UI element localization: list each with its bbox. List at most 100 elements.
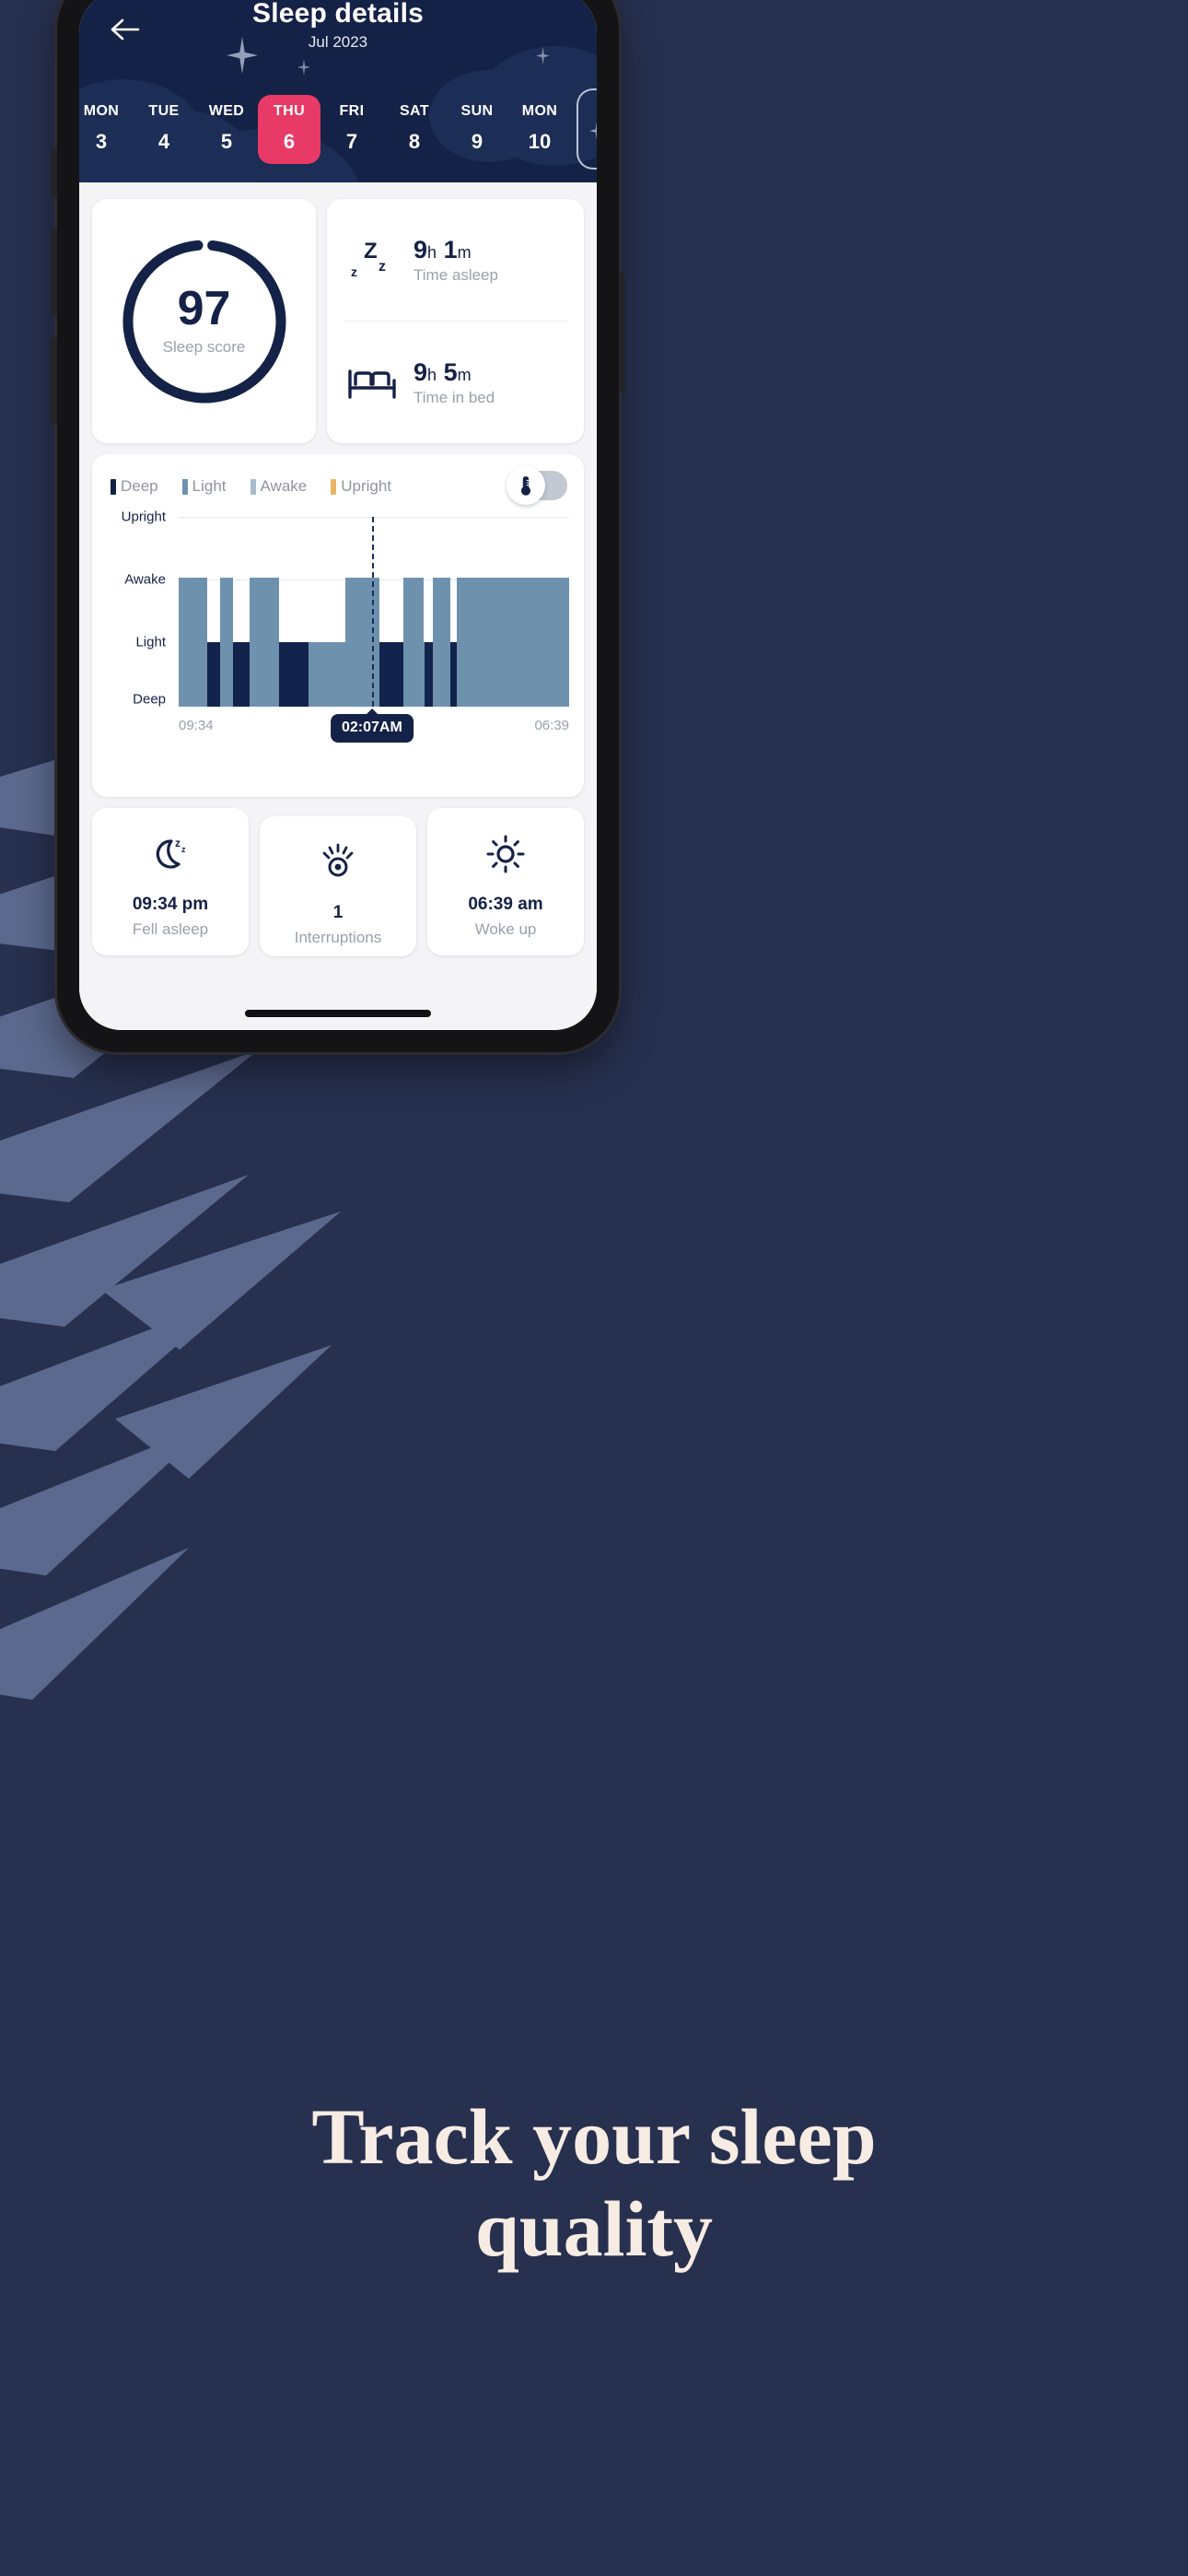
y-tick-upright: Upright <box>121 509 166 525</box>
date-cell-num: 8 <box>408 129 421 153</box>
time-asleep-value: 9h 1m <box>413 236 498 264</box>
date-cell-num: 5 <box>220 129 233 153</box>
date-cell-dow: SUN <box>460 102 494 119</box>
chart-plot-canvas[interactable] <box>179 509 569 707</box>
fell-asleep-value: 09:34 pm <box>132 895 209 914</box>
eye-icon <box>318 840 358 884</box>
legend-swatch-light <box>181 478 188 495</box>
date-cell-mon-3[interactable]: MON 3 <box>79 95 133 164</box>
page-title: Sleep details <box>251 0 424 29</box>
legend-label-light: Light <box>192 477 227 495</box>
promo-line-1: Track your sleep <box>311 2092 877 2181</box>
time-in-bed-row: 9h 5m Time in bed <box>344 321 567 443</box>
time-in-bed-value: 9h 5m <box>413 358 495 387</box>
date-cell-fri-7[interactable]: FRI 7 <box>320 95 383 164</box>
chart-cursor-line[interactable] <box>371 517 374 707</box>
date-cell-dow: MON <box>83 102 120 119</box>
legend-swatch-deep <box>111 478 116 495</box>
time-asleep-hours: 9 <box>413 235 428 263</box>
y-tick-deep: Deep <box>133 691 166 708</box>
date-cell-wed-5[interactable]: WED 5 <box>195 95 258 164</box>
bar-light[interactable] <box>179 578 207 642</box>
woke-up-value: 06:39 am <box>468 895 543 914</box>
zzz-icon: Z z z <box>344 238 401 282</box>
interruptions-caption: Interruptions <box>294 929 382 946</box>
bar-deep[interactable] <box>233 642 250 707</box>
time-asleep-text: 9h 1m Time asleep <box>413 236 498 285</box>
date-strip-next-edge[interactable] <box>577 88 597 170</box>
legend-label-deep: Deep <box>121 477 158 495</box>
bar-light[interactable] <box>403 578 425 642</box>
legend-item-deep[interactable]: Deep <box>111 477 158 496</box>
time-in-bed-caption: Time in bed <box>413 388 495 406</box>
sun-icon <box>486 835 525 873</box>
interruptions-card[interactable]: 1 Interruptions <box>260 816 416 956</box>
thermometer-icon <box>521 476 530 496</box>
phone-screen: Sleep details Jul 2023 MON 3 TUE 4 WED 5… <box>79 0 597 1030</box>
bar-deep[interactable] <box>425 642 434 707</box>
time-in-bed-minutes-unit: m <box>457 365 472 384</box>
star-icon <box>589 122 597 140</box>
sleep-totals-card: Z z z 9h 1m Time asleep 9h 5m Time in be… <box>327 199 584 443</box>
temperature-toggle-knob[interactable] <box>507 466 545 505</box>
svg-text:z: z <box>181 845 186 854</box>
date-strip[interactable]: MON 3 TUE 4 WED 5 THU 6 FRI 7 SAT 8 SUN … <box>79 83 597 175</box>
bar-light[interactable] <box>457 578 569 642</box>
date-cell-num: 3 <box>95 129 108 153</box>
phone-power-button[interactable] <box>619 273 625 392</box>
legend-swatch-awake <box>250 478 256 495</box>
time-in-bed-minutes: 5 <box>443 357 458 386</box>
bar-light[interactable] <box>345 578 380 642</box>
page-subtitle: Jul 2023 <box>308 33 368 51</box>
date-cell-num: 7 <box>345 129 358 153</box>
date-cell-tue-4[interactable]: TUE 4 <box>133 95 195 164</box>
phone-frame: Sleep details Jul 2023 MON 3 TUE 4 WED 5… <box>50 0 625 1052</box>
sleep-stage-plot[interactable]: Upright Awake Light Deep 09:34 06:39 02:… <box>107 509 569 749</box>
time-asleep-row: Z z z 9h 1m Time asleep <box>344 199 567 321</box>
phone-side-button[interactable] <box>50 337 57 424</box>
date-cell-sun-9[interactable]: SUN 9 <box>446 95 508 164</box>
date-cell-thu-6-selected[interactable]: THU 6 <box>258 94 320 164</box>
bar-deep[interactable] <box>206 642 221 707</box>
bar-light[interactable] <box>250 578 279 642</box>
fell-asleep-caption: Fell asleep <box>132 920 209 938</box>
date-cell-sat-8[interactable]: SAT 8 <box>383 95 446 164</box>
chart-time-tooltip[interactable]: 02:07AM <box>330 714 413 743</box>
bar-deep[interactable] <box>449 642 458 707</box>
bar-deep[interactable] <box>278 642 309 707</box>
legend-label-upright: Upright <box>341 477 392 495</box>
sun-icon <box>485 832 526 876</box>
date-cell-num: 4 <box>157 129 170 153</box>
woke-up-card[interactable]: 06:39 am Woke up <box>427 808 584 955</box>
svg-text:z: z <box>379 259 386 275</box>
eye-icon <box>322 843 354 877</box>
sleep-events-row: z z 09:34 pm Fell asleep 1 Interruptions… <box>92 808 584 956</box>
bar-light[interactable] <box>433 578 451 642</box>
time-in-bed-hours-unit: h <box>427 365 437 384</box>
time-in-bed-hours: 9 <box>413 357 428 386</box>
legend-item-upright[interactable]: Upright <box>331 477 391 496</box>
date-cell-num: 6 <box>283 129 296 153</box>
bar-light[interactable] <box>220 578 234 642</box>
home-indicator[interactable] <box>245 1010 431 1017</box>
legend-item-awake[interactable]: Awake <box>250 477 307 496</box>
header-titles: Sleep details Jul 2023 <box>79 0 597 52</box>
sleep-score-card[interactable]: 97 Sleep score <box>92 199 316 443</box>
interruptions-value: 1 <box>332 903 344 922</box>
bar-deep[interactable] <box>379 642 404 707</box>
date-cell-dow: MON <box>521 102 558 119</box>
fell-asleep-card[interactable]: z z 09:34 pm Fell asleep <box>92 808 249 955</box>
bed-icon <box>348 369 396 399</box>
legend-item-light[interactable]: Light <box>181 477 227 496</box>
sleep-stages-chart-card: Deep Light Awake Upright Upright Awake L… <box>92 454 584 797</box>
sleep-score-ring: 97 Sleep score <box>116 233 293 410</box>
date-cell-mon-10[interactable]: MON 10 <box>508 95 571 164</box>
promo-caption: Track your sleep quality <box>0 2091 1188 2276</box>
date-cell-dow: THU <box>273 102 306 119</box>
moon-zzz-icon: z z <box>149 832 192 876</box>
svg-text:z: z <box>351 264 357 279</box>
time-in-bed-text: 9h 5m Time in bed <box>413 358 495 407</box>
date-cell-dow: SAT <box>399 102 429 119</box>
temperature-toggle[interactable] <box>507 466 567 505</box>
chart-legend: Deep Light Awake Upright <box>107 471 569 502</box>
